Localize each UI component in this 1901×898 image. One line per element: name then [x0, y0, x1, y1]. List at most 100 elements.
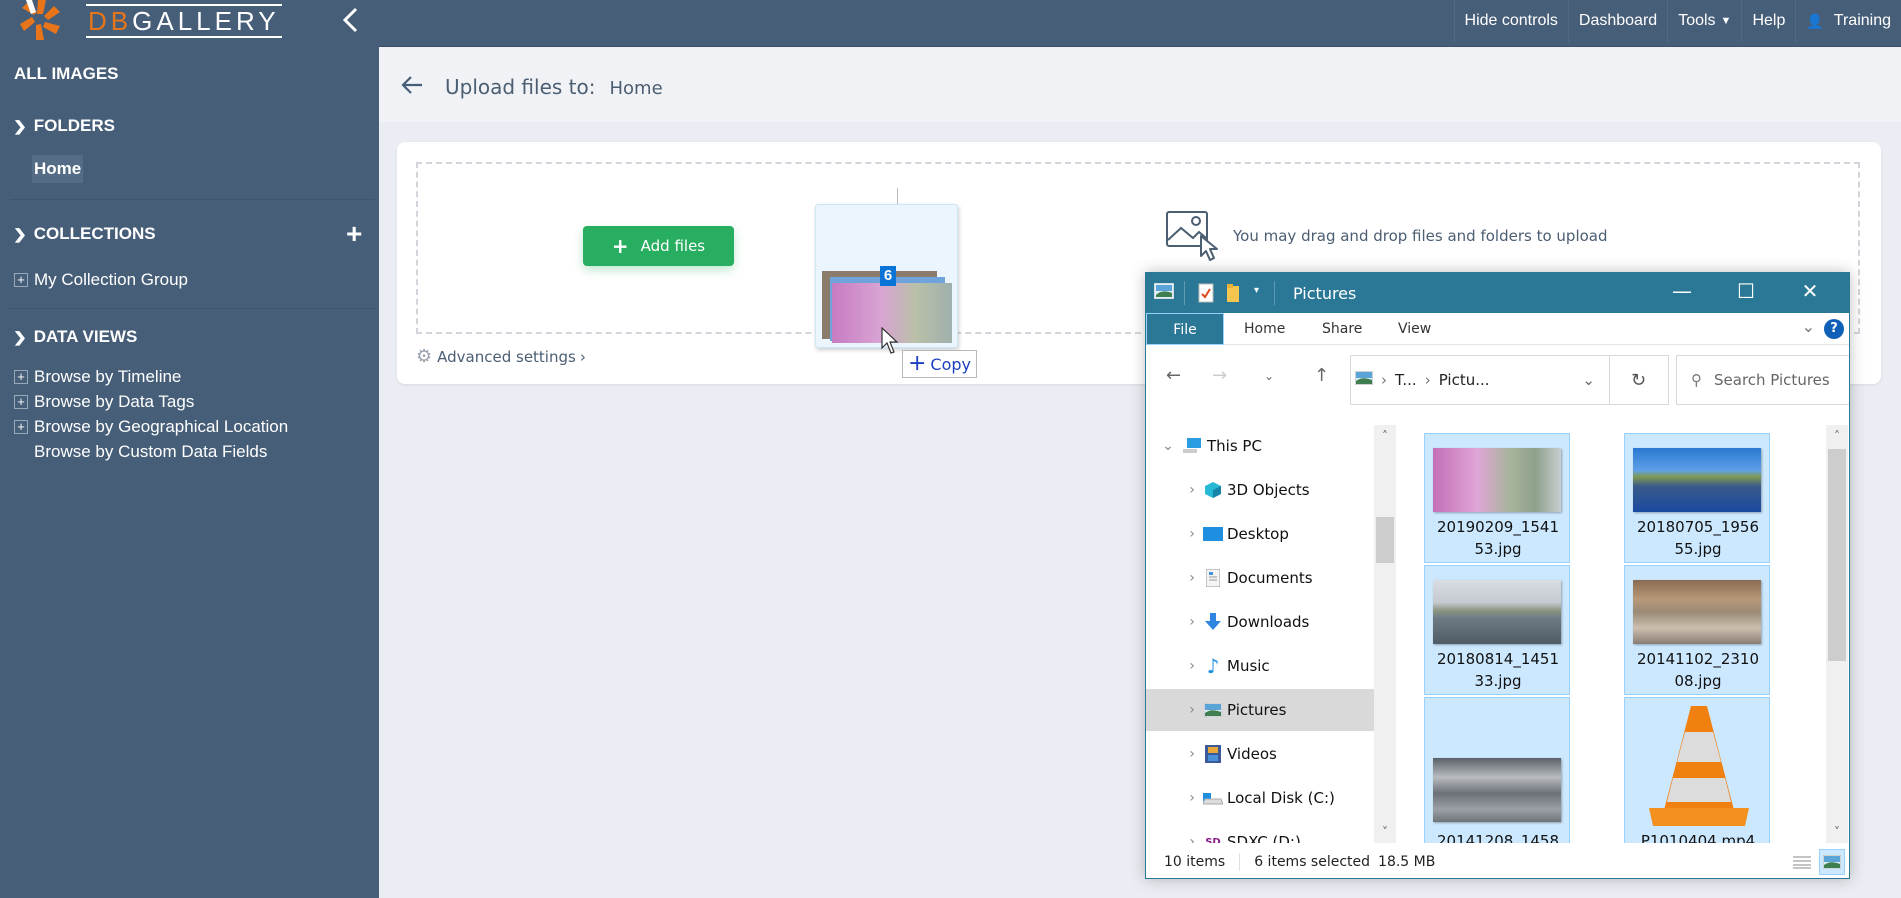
nav-item-this-pc[interactable]: ⌄ This PC — [1146, 425, 1374, 467]
chevron-right-icon[interactable]: › — [1182, 526, 1202, 542]
file-item[interactable]: 20190209_154153.jpg — [1424, 433, 1570, 563]
chevron-right-icon[interactable]: › — [1182, 702, 1202, 718]
scroll-down-icon[interactable]: ˅ — [1374, 825, 1396, 839]
chevron-down-icon[interactable]: ⌄ — [1158, 438, 1178, 454]
tools-menu[interactable]: Tools ▼ — [1667, 0, 1741, 42]
file-item[interactable]: 20141102_231008.jpg — [1624, 565, 1770, 695]
nav-item-local-disk[interactable]: › Local Disk (C:) — [1146, 777, 1374, 819]
drag-effect-label: Copy — [930, 354, 972, 374]
data-views-header[interactable]: ❯ DATA VIEWS — [13, 327, 137, 347]
scrollbar-thumb[interactable] — [1376, 517, 1394, 563]
data-view-item-timeline[interactable]: + Browse by Timeline — [14, 367, 181, 387]
tree-line — [14, 445, 28, 459]
add-collection-button[interactable]: + — [346, 220, 362, 248]
nav-item-sdxc[interactable]: › SD SDXC (D:) — [1146, 821, 1374, 843]
add-files-button[interactable]: + Add files — [583, 226, 734, 266]
scroll-up-icon[interactable]: ˄ — [1826, 429, 1848, 443]
tab-home[interactable]: Home — [1244, 313, 1285, 345]
file-name: P1010404.mp4 — [1640, 832, 1756, 843]
explorer-title-bar[interactable]: ▾ Pictures — ☐ ✕ — [1146, 273, 1849, 313]
navigation-bar: ← → ⌄ ↑ › T... › Pictu... ⌄ ↻ ⚲ Search P… — [1146, 345, 1849, 411]
nav-label: Downloads — [1227, 613, 1310, 631]
advanced-settings-link[interactable]: ⚙ Advanced settings › — [416, 346, 586, 367]
top-nav: Hide controls Dashboard Tools ▼ Help 👤 Tra… — [1453, 0, 1901, 42]
navigation-pane-scrollbar[interactable]: ˄ ˅ — [1374, 425, 1396, 843]
folder-item-home[interactable]: Home — [32, 155, 84, 183]
large-icons-view-icon[interactable] — [1819, 849, 1845, 875]
data-view-item-geo[interactable]: + Browse by Geographical Location — [14, 417, 288, 437]
new-folder-icon[interactable] — [1226, 283, 1242, 303]
minimize-button[interactable]: — — [1662, 279, 1702, 303]
file-item[interactable]: P1010404.mp4 — [1624, 697, 1770, 843]
nav-item-3d-objects[interactable]: › 3D Objects — [1146, 469, 1374, 511]
data-view-item-custom-fields[interactable]: Browse by Custom Data Fields — [14, 442, 267, 462]
chevron-right-icon[interactable]: › — [1182, 834, 1202, 843]
nav-item-music[interactable]: › ♪ Music — [1146, 645, 1374, 687]
help-icon[interactable]: ? — [1824, 319, 1844, 339]
file-name: 20180705_195655.jpg — [1636, 518, 1760, 558]
selected-size: 18.5 MB — [1378, 853, 1436, 870]
document-icon — [1202, 569, 1224, 587]
nav-item-documents[interactable]: › Documents — [1146, 557, 1374, 599]
chevron-right-icon[interactable]: › — [1182, 482, 1202, 498]
chevron-right-icon[interactable]: › — [1182, 570, 1202, 586]
all-images-link[interactable]: ALL IMAGES — [14, 64, 119, 84]
divider — [1239, 852, 1241, 871]
selected-count: 6 items selected — [1254, 853, 1371, 870]
disk-icon — [1202, 789, 1224, 807]
data-view-item-tags[interactable]: + Browse by Data Tags — [14, 392, 194, 412]
chevron-right-icon[interactable]: › — [1182, 614, 1202, 630]
data-view-label: Browse by Data Tags — [34, 392, 195, 411]
maximize-button[interactable]: ☐ — [1726, 279, 1766, 303]
address-segment[interactable]: T... — [1395, 371, 1417, 389]
chevron-right-icon[interactable]: › — [1182, 658, 1202, 674]
nav-item-pictures[interactable]: › Pictures — [1146, 689, 1374, 731]
recent-locations-icon[interactable]: ⌄ — [1264, 369, 1274, 383]
window-title: Pictures — [1293, 284, 1357, 303]
address-dropdown-icon[interactable]: ⌄ — [1582, 371, 1595, 389]
nav-item-downloads[interactable]: › Downloads — [1146, 601, 1374, 643]
logo[interactable]: DB GALLERY — [18, 0, 282, 42]
collection-item[interactable]: + My Collection Group — [14, 270, 188, 290]
details-view-icon[interactable] — [1789, 849, 1815, 875]
scroll-down-icon[interactable]: ˅ — [1826, 825, 1848, 839]
search-input[interactable]: ⚲ Search Pictures — [1676, 355, 1849, 405]
expand-ribbon-icon[interactable]: ⌄ — [1802, 317, 1815, 336]
chevron-right-icon[interactable]: › — [1182, 746, 1202, 762]
close-button[interactable]: ✕ — [1790, 279, 1830, 303]
back-arrow-icon[interactable]: ← — [1166, 365, 1181, 386]
file-item[interactable]: 20141208_14582 — [1424, 697, 1570, 843]
expand-icon[interactable]: + — [14, 273, 28, 287]
help-link[interactable]: Help — [1741, 0, 1795, 42]
file-item[interactable]: 20180705_195655.jpg — [1624, 433, 1770, 563]
nav-item-desktop[interactable]: › Desktop — [1146, 513, 1374, 555]
scrollbar-thumb[interactable] — [1828, 449, 1846, 661]
refresh-button[interactable]: ↻ — [1609, 355, 1669, 405]
tab-view[interactable]: View — [1398, 313, 1431, 345]
folders-header[interactable]: ❯ FOLDERS — [13, 116, 115, 136]
chevron-right-icon: › — [579, 347, 586, 366]
properties-icon[interactable] — [1198, 283, 1214, 303]
expand-icon[interactable]: + — [14, 395, 28, 409]
customize-toolbar-icon[interactable]: ▾ — [1254, 285, 1259, 296]
address-segment[interactable]: Pictu... — [1439, 371, 1490, 389]
hide-controls-link[interactable]: Hide controls — [1453, 0, 1568, 42]
scroll-up-icon[interactable]: ˄ — [1374, 429, 1396, 443]
file-list-scrollbar[interactable]: ˄ ˅ — [1826, 425, 1848, 843]
forward-arrow-icon[interactable]: → — [1212, 365, 1227, 386]
user-menu[interactable]: 👤 Training — [1795, 0, 1901, 42]
tab-share[interactable]: Share — [1322, 313, 1362, 345]
address-bar[interactable]: › T... › Pictu... ⌄ — [1350, 355, 1610, 405]
collapse-sidebar-button[interactable] — [340, 6, 360, 42]
expand-icon[interactable]: + — [14, 370, 28, 384]
collections-header[interactable]: ❯ COLLECTIONS — [13, 224, 156, 244]
expand-icon[interactable]: + — [14, 420, 28, 434]
nav-label: Dashboard — [1578, 12, 1658, 29]
tab-file[interactable]: File — [1146, 313, 1224, 345]
nav-item-videos[interactable]: › Videos — [1146, 733, 1374, 775]
up-arrow-icon[interactable]: ↑ — [1314, 365, 1329, 386]
file-item[interactable]: 20180814_145133.jpg — [1424, 565, 1570, 695]
dashboard-link[interactable]: Dashboard — [1567, 0, 1667, 42]
chevron-right-icon[interactable]: › — [1182, 790, 1202, 806]
back-arrow-icon[interactable] — [401, 71, 423, 102]
